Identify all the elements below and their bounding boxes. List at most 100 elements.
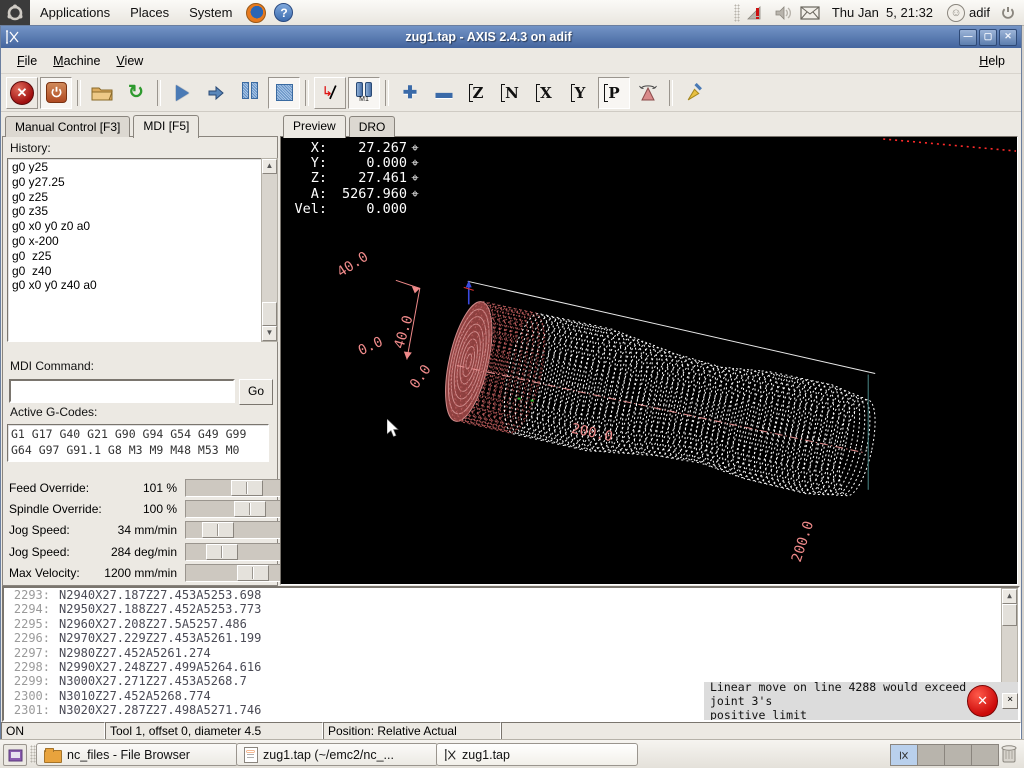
pause-button[interactable]: [234, 77, 266, 109]
menu-file[interactable]: File: [9, 52, 45, 70]
trash-applet[interactable]: [1000, 743, 1018, 768]
menu-applications[interactable]: Applications: [30, 0, 120, 25]
tab-dro[interactable]: DRO: [348, 116, 396, 137]
dro-y-row: Y: 0.000 ⌖: [283, 156, 423, 172]
reload-button[interactable]: ↻: [120, 77, 152, 109]
maximize-button[interactable]: ▢: [979, 28, 997, 46]
distro-menu-button[interactable]: [0, 0, 30, 25]
history-item[interactable]: g0 z25: [12, 249, 264, 264]
history-item[interactable]: g0 z40: [12, 264, 264, 279]
clear-plot-button[interactable]: [678, 77, 710, 109]
zoom-out-button[interactable]: ▬: [428, 77, 460, 109]
tab-preview[interactable]: Preview: [283, 115, 346, 138]
view-perspective-button[interactable]: P: [598, 76, 630, 109]
optional-stop-button[interactable]: M1: [348, 76, 380, 109]
spindle-override-slider[interactable]: [185, 500, 283, 519]
history-item[interactable]: g0 x0 y0 z40 a0: [12, 278, 264, 293]
history-scrollbar[interactable]: ▲ ▼: [261, 158, 278, 342]
close-button[interactable]: ✕: [999, 28, 1017, 46]
shutdown-applet[interactable]: [1000, 5, 1016, 21]
minimize-button[interactable]: —: [959, 28, 977, 46]
volume-applet[interactable]: [774, 5, 792, 21]
override-sliders: Feed Override: 101 % Spindle Override: 1…: [5, 477, 283, 584]
slider-handle[interactable]: [206, 543, 238, 560]
slider-handle[interactable]: [202, 522, 234, 539]
titlebar[interactable]: zug1.tap - AXIS 2.4.3 on adif — ▢ ✕: [1, 26, 1021, 48]
gcode-line[interactable]: 2295: N2960X27.208Z27.5A5257.486: [4, 617, 1018, 631]
history-item[interactable]: g0 x-200: [12, 234, 264, 249]
help-launcher[interactable]: ?: [274, 3, 294, 22]
scroll-thumb[interactable]: [262, 302, 277, 326]
panel-grip[interactable]: [733, 3, 740, 22]
menu-help[interactable]: Help: [971, 52, 1013, 70]
gcode-line[interactable]: 2294: N2950X27.188Z27.452A5253.773: [4, 602, 1018, 616]
scroll-up-icon[interactable]: ▲: [262, 159, 277, 174]
menu-view[interactable]: View: [108, 52, 151, 70]
zoom-in-button[interactable]: ✚: [394, 77, 426, 109]
workspace-2[interactable]: [918, 745, 945, 765]
power-icon: [1002, 6, 1014, 19]
go-button[interactable]: Go: [239, 379, 273, 405]
estop-button[interactable]: ✕: [6, 76, 38, 109]
run-button[interactable]: [166, 77, 198, 109]
history-item[interactable]: g0 z35: [12, 204, 264, 219]
mdi-command-input[interactable]: [9, 379, 235, 403]
run-from-line-button[interactable]: [314, 76, 346, 109]
history-label: History:: [10, 141, 51, 155]
history-item[interactable]: g0 y27.25: [12, 175, 264, 190]
jog-speed-deg-slider[interactable]: [185, 542, 283, 561]
view-y-button[interactable]: Y: [564, 77, 596, 109]
view-z-button[interactable]: Z: [462, 77, 494, 109]
open-file-button[interactable]: [86, 77, 118, 109]
scroll-up-icon[interactable]: ▲: [1002, 589, 1017, 604]
active-gcodes-box: G1 G17 G40 G21 G90 G94 G54 G49 G99 G64 G…: [7, 424, 269, 462]
gcode-line[interactable]: 2293: N2940X27.187Z27.453A5253.698: [4, 588, 1018, 602]
rotate-view-button[interactable]: [632, 77, 664, 109]
scroll-down-icon[interactable]: ▼: [262, 326, 277, 341]
gcode-line[interactable]: 2297: N2980Z27.452A5261.274: [4, 646, 1018, 660]
gcode-line-number: 2299:: [13, 674, 50, 689]
task-axis[interactable]: zug1.tap: [436, 743, 638, 766]
stop-button[interactable]: [268, 76, 300, 109]
slider-handle[interactable]: [231, 479, 263, 496]
speaker-icon: [775, 5, 791, 20]
show-desktop-button[interactable]: [3, 744, 27, 766]
notification-close-button[interactable]: ×: [1002, 693, 1018, 709]
step-button[interactable]: [200, 77, 232, 109]
menu-system[interactable]: System: [179, 0, 242, 25]
view-z-rotated-button[interactable]: N: [496, 77, 528, 109]
network-applet[interactable]: [746, 5, 766, 21]
task-file-browser[interactable]: nc_files - File Browser: [36, 743, 238, 766]
slider-handle[interactable]: [234, 501, 266, 518]
firefox-icon: [246, 2, 267, 23]
gcode-listing[interactable]: 2293: N2940X27.187Z27.453A5253.698 2294: N…: [2, 586, 1020, 722]
jog-speed-slider[interactable]: [185, 521, 283, 540]
feed-override-slider[interactable]: [185, 478, 283, 497]
mdi-history-list[interactable]: g0 y25 g0 y27.25 g0 z25 g0 z35 g0 x0 y0 …: [7, 158, 269, 342]
gcode-line[interactable]: 2296: N2970X27.229Z27.453A5261.199: [4, 631, 1018, 645]
clock-applet[interactable]: Thu Jan 5, 21:32: [824, 5, 941, 20]
rapid-move-line: [883, 138, 1017, 152]
tab-manual-control[interactable]: Manual Control [F3]: [5, 116, 131, 137]
user-switcher[interactable]: ☺ adif: [941, 3, 996, 22]
workspace-1[interactable]: [891, 745, 918, 765]
menu-places[interactable]: Places: [120, 0, 179, 25]
history-item[interactable]: g0 z25: [12, 190, 264, 205]
scroll-thumb[interactable]: [1002, 604, 1017, 626]
gcode-line[interactable]: 2298: N2990X27.248Z27.499A5264.616: [4, 660, 1018, 674]
preview-canvas[interactable]: 40.0 40.0 0.0 0.0 200.0 200.0 X: 27.267: [280, 136, 1018, 585]
menu-machine[interactable]: Machine: [45, 52, 108, 70]
feed-override-row: Feed Override: 101 %: [5, 477, 283, 498]
slider-handle[interactable]: [237, 565, 269, 582]
view-x-button[interactable]: X: [530, 77, 562, 109]
firefox-launcher[interactable]: [246, 2, 267, 23]
history-item[interactable]: g0 y25: [12, 160, 264, 175]
workspace-4[interactable]: [972, 745, 998, 765]
tab-mdi[interactable]: MDI [F5]: [133, 115, 200, 138]
machine-power-button[interactable]: [40, 76, 72, 109]
mail-applet[interactable]: [800, 5, 820, 20]
max-velocity-slider[interactable]: [185, 564, 283, 583]
task-text-editor[interactable]: zug1.tap (~/emc2/nc_...: [236, 743, 438, 766]
workspace-3[interactable]: [945, 745, 972, 765]
history-item[interactable]: g0 x0 y0 z0 a0: [12, 219, 264, 234]
